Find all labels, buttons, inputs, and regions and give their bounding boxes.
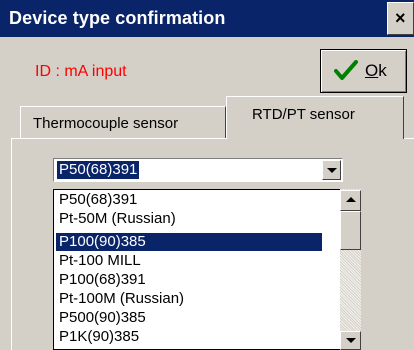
sensor-type-list: P50(68)391 Pt-50M (Russian) P100(90)385 … [53, 189, 343, 350]
list-item[interactable]: Pt-100 MILL [56, 252, 322, 270]
list-item-selected[interactable]: P100(90)385 [56, 233, 322, 251]
close-button[interactable]: × [387, 2, 414, 35]
dropdown-button[interactable] [322, 160, 341, 180]
list-item[interactable]: P500(90)385 [56, 309, 322, 327]
scroll-up-button[interactable] [340, 190, 361, 211]
tab-label: Thermocouple sensor [33, 115, 179, 132]
tab-rtd-pt-sensor[interactable]: RTD/PT sensor [226, 96, 404, 139]
chevron-down-icon [327, 168, 337, 173]
list-item[interactable]: P1K(90)385 [56, 328, 322, 346]
list-item[interactable]: P50(68)391 [56, 191, 322, 209]
combobox-value: P50(68)391 [57, 161, 140, 179]
tab-thermocouple-sensor[interactable]: Thermocouple sensor [20, 106, 226, 138]
sensor-type-combobox[interactable]: P50(68)391 [53, 158, 343, 182]
ok-button[interactable]: Ok [320, 49, 407, 93]
arrow-down-icon [346, 338, 356, 343]
list-scrollbar[interactable] [340, 189, 361, 350]
check-icon [334, 60, 358, 80]
tab-label: RTD/PT sensor [252, 106, 355, 123]
list-item[interactable]: Pt-100M (Russian) [56, 290, 322, 308]
list-item[interactable]: P100(68)391 [56, 271, 322, 289]
device-id-label: ID : mA input [35, 63, 127, 80]
scroll-thumb[interactable] [340, 211, 361, 250]
scroll-down-button[interactable] [340, 331, 361, 350]
title-bar: Device type confirmation × [0, 0, 414, 37]
ok-label: Ok [365, 61, 387, 80]
arrow-up-icon [346, 197, 356, 202]
window-title: Device type confirmation [9, 8, 226, 28]
close-icon: × [395, 8, 406, 28]
list-item[interactable]: Pt-50M (Russian) [56, 210, 322, 228]
